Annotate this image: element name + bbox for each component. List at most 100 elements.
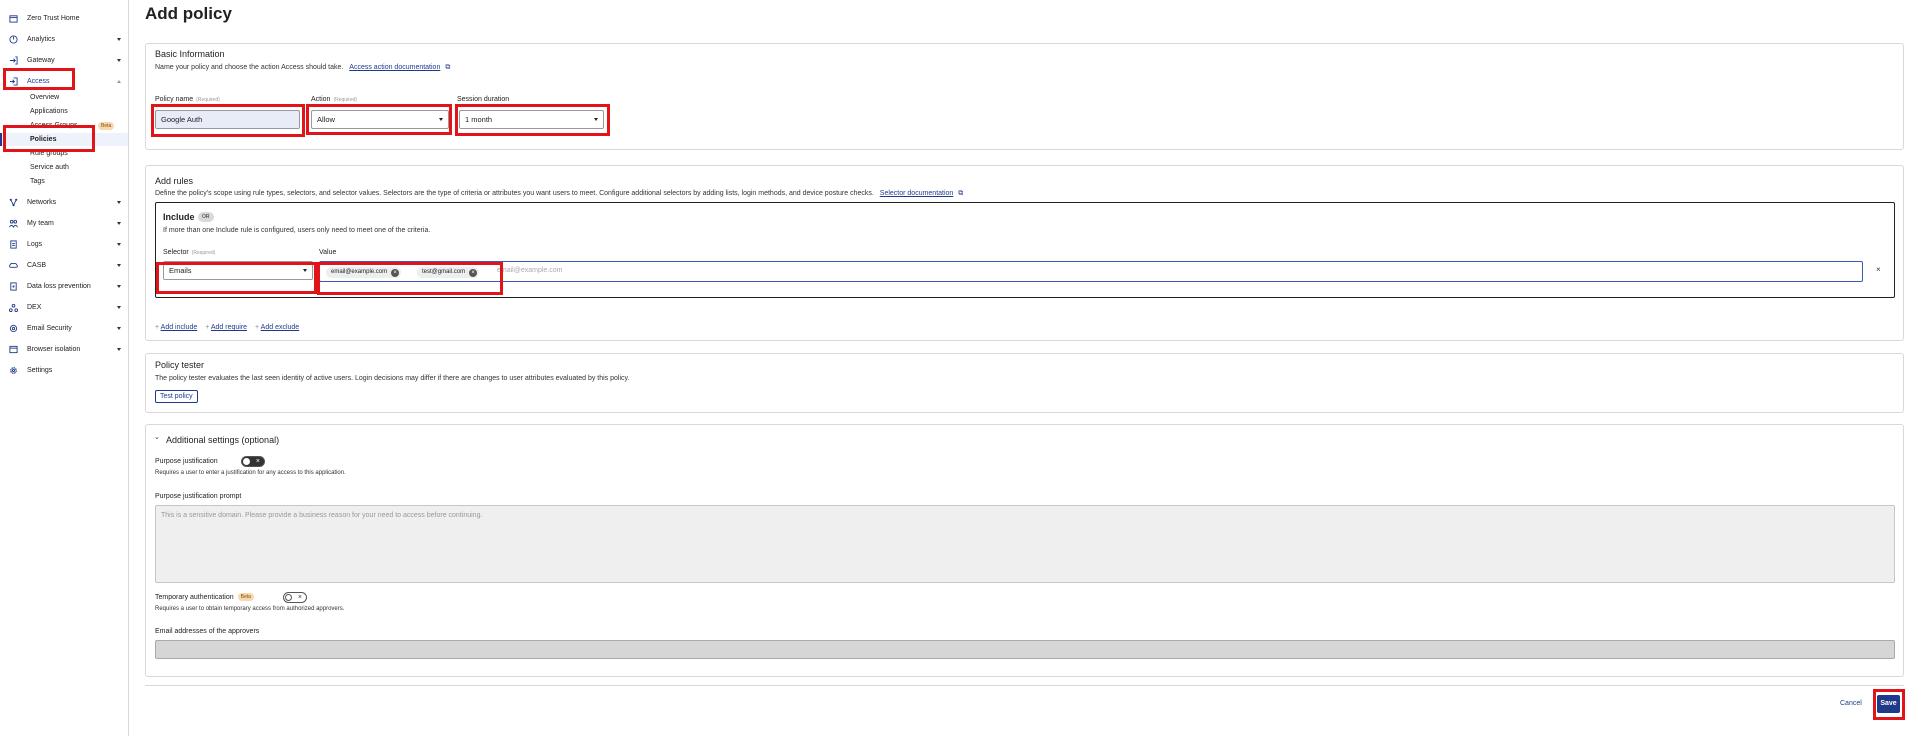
cancel-button[interactable]: Cancel [1840, 700, 1862, 707]
sidebar-item-label: Settings [27, 366, 53, 374]
sidebar-subitem-access-groups[interactable]: Access Groups Beta [0, 119, 128, 132]
sidebar-subitem-label: Applications [30, 108, 68, 115]
value-placeholder: email@example.com [497, 267, 563, 274]
sidebar-item-zero-trust-home[interactable]: Zero Trust Home [0, 11, 128, 25]
sidebar-item-casb[interactable]: CASB [0, 258, 128, 272]
value-label: Value [319, 249, 337, 256]
chevron-down-icon [439, 118, 443, 121]
email-chip: test@gmail.com × [417, 267, 480, 278]
selector-label: Selector (Required) [163, 249, 215, 256]
sidebar-subitem-policies[interactable]: Policies [0, 133, 128, 146]
toggle-knob [243, 458, 250, 465]
sidebar-item-browser-isolation[interactable]: Browser isolation [0, 342, 128, 356]
required-hint: (Required) [191, 250, 216, 256]
add-include-link[interactable]: Add include [161, 324, 198, 331]
label-text: Action [311, 96, 331, 103]
test-policy-button[interactable]: Test policy [155, 390, 198, 403]
purpose-justification-label: Purpose justification [155, 458, 218, 465]
required-hint: (Required) [196, 97, 220, 103]
beta-badge: Beta [98, 122, 115, 130]
sidebar-subitem-applications[interactable]: Applications [0, 105, 128, 118]
email-icon [9, 324, 18, 333]
add-rules-card: Add rules Define the policy's scope usin… [145, 165, 1904, 341]
chevron-down-icon [117, 242, 121, 246]
selector-documentation-link[interactable]: Selector documentation [880, 190, 954, 197]
chevron-down-icon [594, 118, 598, 121]
sidebar-item-analytics[interactable]: Analytics [0, 32, 128, 46]
section-description: Name your policy and choose the action A… [155, 64, 450, 72]
section-title: Basic Information [155, 49, 225, 59]
close-icon[interactable]: × [391, 268, 400, 277]
sidebar-subitem-label: Overview [30, 94, 60, 101]
browser-icon [9, 345, 18, 354]
approvers-input[interactable] [155, 640, 1895, 659]
include-rule-box: Include OR If more than one Include rule… [155, 202, 1895, 298]
sidebar-item-label: Email Security [27, 324, 72, 332]
sidebar-subitem-label: Rule groups [30, 150, 68, 157]
select-value: Emails [169, 266, 192, 275]
home-icon [9, 14, 18, 23]
temporary-authentication-toggle[interactable]: × [283, 592, 307, 603]
required-hint: (Required) [333, 97, 358, 103]
temporary-authentication-label: Temporary authentication Beta [155, 593, 254, 601]
add-exclude-link[interactable]: Add exclude [261, 324, 300, 331]
plus-icon: + [205, 324, 210, 331]
chevron-down-icon[interactable]: ⌄ [154, 433, 160, 441]
sidebar-item-label: Gateway [27, 56, 55, 64]
sidebar-item-networks[interactable]: Networks [0, 195, 128, 209]
approvers-label: Email addresses of the approvers [155, 628, 260, 635]
external-link-icon: ⧉ [445, 64, 451, 71]
purpose-justification-prompt-textarea[interactable]: This is a sensitive domain. Please provi… [155, 505, 1895, 583]
close-icon[interactable]: × [469, 268, 478, 277]
sidebar-item-gateway[interactable]: Gateway [0, 53, 128, 67]
action-select[interactable]: Allow [311, 110, 449, 129]
save-button[interactable]: Save [1877, 695, 1900, 713]
policy-name-input[interactable]: Google Auth [155, 110, 300, 129]
chevron-down-icon [117, 347, 121, 351]
section-title: Policy tester [155, 360, 205, 370]
sidebar-item-my-team[interactable]: My team [0, 216, 128, 230]
additional-settings-toggle[interactable]: Additional settings (optional) [166, 435, 279, 445]
close-icon[interactable]: × [1876, 265, 1881, 274]
sidebar: Zero Trust Home Analytics Gateway Access… [0, 0, 129, 736]
selector-select[interactable]: Emails [163, 261, 313, 280]
sidebar-item-logs[interactable]: Logs [0, 237, 128, 251]
policy-tester-card: Policy tester The policy tester evaluate… [145, 353, 1904, 413]
sidebar-item-label: Browser isolation [27, 345, 81, 353]
sidebar-subitem-rule-groups[interactable]: Rule groups [0, 147, 128, 160]
sidebar-subitem-service-auth[interactable]: Service auth [0, 161, 128, 174]
sidebar-item-email-security[interactable]: Email Security [0, 321, 128, 335]
section-description: Define the policy's scope using rule typ… [155, 190, 963, 198]
x-icon: × [297, 594, 302, 601]
include-description: If more than one Include rule is configu… [163, 227, 431, 234]
include-title: Include [163, 212, 195, 222]
email-chip: email@example.com × [326, 267, 402, 278]
select-value: Allow [317, 115, 335, 124]
access-action-documentation-link[interactable]: Access action documentation [349, 64, 440, 71]
sidebar-item-settings[interactable]: Settings [0, 363, 128, 377]
sidebar-subitem-label: Tags [30, 178, 45, 185]
rule-actions: + Add include + Add require + Add exclud… [155, 324, 299, 331]
value-input[interactable]: email@example.com × test@gmail.com × email… [319, 261, 1863, 282]
sidebar-item-access[interactable]: Access [0, 74, 128, 88]
additional-settings-card: ⌄ Additional settings (optional) Purpose… [145, 424, 1904, 677]
sidebar-item-label: Networks [27, 198, 57, 206]
sidebar-item-dlp[interactable]: Data loss prevention [0, 279, 128, 293]
plus-icon: + [155, 324, 160, 331]
networks-icon [9, 198, 18, 207]
sidebar-item-label: Data loss prevention [27, 282, 91, 290]
session-duration-select[interactable]: 1 month [459, 110, 604, 129]
description-text: Define the policy's scope using rule typ… [155, 190, 874, 197]
sidebar-subitem-overview[interactable]: Overview [0, 91, 128, 104]
x-icon: × [255, 458, 260, 465]
footer-divider [145, 685, 1904, 686]
purpose-justification-toggle[interactable]: × [241, 456, 265, 467]
chevron-down-icon [117, 326, 121, 330]
chip-text: email@example.com [331, 269, 388, 275]
add-require-link[interactable]: Add require [211, 324, 247, 331]
sidebar-subitem-tags[interactable]: Tags [0, 175, 128, 188]
dlp-icon [9, 281, 18, 291]
sidebar-item-dex[interactable]: DEX [0, 300, 128, 314]
casb-icon [9, 261, 18, 270]
section-description: The policy tester evaluates the last see… [155, 375, 630, 382]
